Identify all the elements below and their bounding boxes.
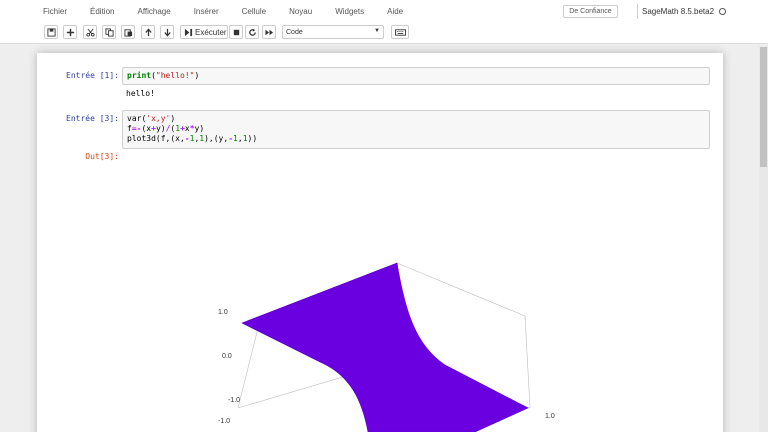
run-button[interactable]: Exécuter [180,25,228,39]
command-palette-button[interactable] [391,25,409,39]
cell-1-input-prompt: Entrée [1]: [66,71,119,80]
cell-2-code-line-2: f=-(x+y)/(1+x*y) [127,124,205,133]
step-forward-icon [184,28,193,36]
copy-icon [104,27,114,37]
cell-2-code-editor[interactable]: var('x,y') f=-(x+y)/(1+x*y) plot3d(f,(x,… [122,110,710,149]
cell-type-value: Code [286,28,303,36]
restart-run-all-button[interactable] [262,25,276,39]
toolbar: Exécuter Code ▼ [0,22,768,44]
cell-type-select[interactable]: Code ▼ [282,25,384,39]
cell-1-code-editor[interactable]: print("hello!") [122,67,710,85]
kernel-name: SageMath 8.5.beta2 [642,7,715,16]
run-label: Exécuter [195,27,227,37]
fast-forward-icon [264,29,273,35]
cell-2-output-prompt: Out[3]: [85,152,119,161]
z-tick-top: 1.0 [218,309,228,316]
restart-button[interactable] [245,25,259,39]
menubar: Fichier Édition Affichage Insérer Cellul… [0,0,768,22]
arrow-up-icon [144,27,152,36]
cell-1-code-line: print("hello!") [127,71,200,80]
save-icon [46,27,56,37]
menu-widgets[interactable]: Widgets [335,7,364,16]
x-tick-left: -1.0 [218,418,230,425]
arrow-down-icon [163,28,171,37]
move-up-button[interactable] [141,25,155,39]
kernel-indicator: SageMath 8.5.beta2 [637,4,727,19]
menu: Fichier Édition Affichage Insérer Cellul… [43,0,426,22]
plot3d-output[interactable]: 1.0 0.0 -1.0 -1.0 1.0 [200,250,580,432]
save-button[interactable] [44,25,58,39]
trusted-indicator[interactable]: De Confiance [563,5,618,18]
menu-affichage[interactable]: Affichage [137,7,170,16]
interrupt-button[interactable] [229,25,243,39]
cell-2-input-prompt: Entrée [3]: [66,114,119,123]
kernel-status-icon [719,8,727,15]
keyboard-icon [394,28,406,36]
menu-fichier[interactable]: Fichier [43,7,67,16]
copy-button[interactable] [102,25,116,39]
menu-noyau[interactable]: Noyau [289,7,312,16]
cell-2-code-line-1: var('x,y') [127,114,176,123]
stop-icon [233,29,239,35]
menu-inserer[interactable]: Insérer [194,7,219,16]
move-down-button[interactable] [160,25,174,39]
restart-icon [248,28,256,36]
menu-aide[interactable]: Aide [387,7,403,16]
menu-edition[interactable]: Édition [90,7,114,16]
cell-1-output: hello! [126,89,155,98]
cell-2-code-line-3: plot3d(f,(x,-1,1),(y,-1,1)) [127,134,258,143]
paste-icon [123,28,132,37]
menu-cellule[interactable]: Cellule [242,7,266,16]
caret-down-icon: ▼ [374,28,380,34]
plus-icon [66,28,74,36]
cut-button[interactable] [83,25,97,39]
z-tick-mid: 0.0 [222,353,232,360]
paste-button[interactable] [121,25,135,39]
plot-surface [241,262,529,432]
z-tick-bottom: -1.0 [228,397,240,404]
insert-cell-button[interactable] [63,25,77,39]
x-tick-right: 1.0 [545,413,555,420]
page-scrollbar-thumb[interactable] [760,47,767,167]
scissors-icon [85,28,95,37]
